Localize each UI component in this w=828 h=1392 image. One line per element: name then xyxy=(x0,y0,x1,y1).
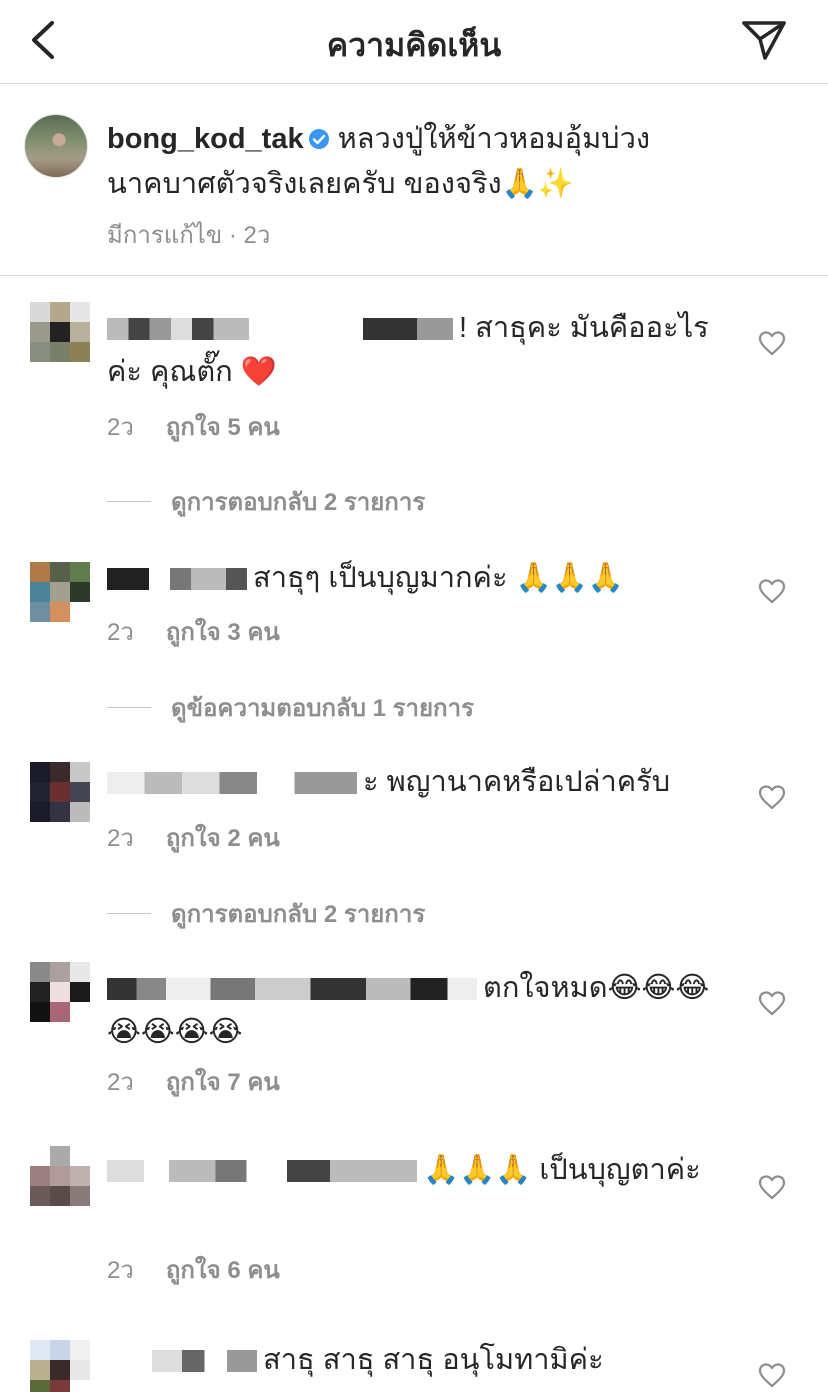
comment-time: 2ว xyxy=(107,1257,134,1284)
comment-item: สาธุๆ เป็นบุญมากค่ะ 🙏🙏🙏 2ว ถูกใจ 3 คน ดูข… xyxy=(0,526,828,736)
divider-line xyxy=(107,913,151,914)
comment-item: ตกใจหมด😂😂😂😭😭😭😭 2ว ถูกใจ 7 คน xyxy=(0,946,828,1136)
avatar[interactable] xyxy=(30,1146,90,1206)
comment-time: 2ว xyxy=(107,619,134,646)
comment-time: 2ว xyxy=(107,1069,134,1096)
heart-outline-icon[interactable] xyxy=(758,578,786,604)
heart-outline-icon[interactable] xyxy=(758,330,786,356)
view-replies-button[interactable]: ดูการตอบกลับ 2 รายการ xyxy=(107,482,425,521)
redacted-username xyxy=(107,772,357,794)
comment-text: ตกใจหมด😂😂😂😭😭😭😭 xyxy=(107,966,727,1054)
redacted-username xyxy=(107,978,477,1000)
caption-time: 2ว xyxy=(243,222,271,249)
verified-badge-icon xyxy=(308,129,329,149)
view-replies-label: ดูการตอบกลับ 2 รายการ xyxy=(171,489,426,516)
comment-time: 2ว xyxy=(107,414,134,441)
share-button[interactable] xyxy=(736,14,792,66)
caption-username[interactable]: bong_kod_tak xyxy=(107,123,304,155)
heart-outline-icon[interactable] xyxy=(758,1174,786,1200)
view-replies-button[interactable]: ดูข้อความตอบกลับ 1 รายการ xyxy=(107,688,474,727)
avatar[interactable] xyxy=(30,1340,90,1392)
post-caption: bong_kod_tak หลวงปู่ให้ข้าวหอมอุ้มบ่วงนา… xyxy=(0,84,828,276)
comment-text: ! สาธุคะ มันคืออะไรค่ะ คุณตั๊ก ❤️ xyxy=(107,306,727,394)
redacted-username xyxy=(107,568,247,590)
redacted-username xyxy=(107,1350,257,1372)
comment-likes[interactable]: ถูกใจ 3 คน xyxy=(166,619,280,646)
comment-text: สาธุๆ เป็นบุญมากค่ะ 🙏🙏🙏 xyxy=(107,556,727,600)
caption-text: bong_kod_tak หลวงปู่ให้ข้าวหอมอุ้มบ่วงนา… xyxy=(107,117,747,207)
comment-meta: 2ว ถูกใจ 6 คน xyxy=(107,1250,280,1289)
view-replies-label: ดูการตอบกลับ 2 รายการ xyxy=(171,901,426,928)
avatar[interactable] xyxy=(24,114,88,178)
comment-text: สาธุ สาธุ สาธุ อนุโมทามิค่ะ xyxy=(107,1338,727,1382)
comment-text: 🙏🙏🙏 เป็นบุญตาค่ะ xyxy=(107,1148,727,1192)
view-replies-label: ดูข้อความตอบกลับ 1 รายการ xyxy=(171,695,474,722)
avatar[interactable] xyxy=(30,302,90,362)
redacted-username xyxy=(107,1160,417,1182)
view-replies-button[interactable]: ดูการตอบกลับ 2 รายการ xyxy=(107,894,425,933)
comment-item: 🙏🙏🙏 เป็นบุญตาค่ะ 2ว ถูกใจ 6 คน xyxy=(0,1136,828,1326)
comment-meta: 2ว ถูกใจ 2 คน xyxy=(107,818,280,857)
avatar[interactable] xyxy=(30,762,90,822)
comment-body: 🙏🙏🙏 เป็นบุญตาค่ะ xyxy=(423,1154,701,1186)
comment-item: ! สาธุคะ มันคืออะไรค่ะ คุณตั๊ก ❤️ 2ว ถูกใ… xyxy=(0,276,828,526)
divider-line xyxy=(107,707,151,708)
comment-text: ะ พญานาคหรือเปล่าครับ xyxy=(107,760,727,804)
redacted-username xyxy=(363,318,453,340)
comment-time: 2ว xyxy=(107,825,134,852)
comment-item: ะ พญานาคหรือเปล่าครับ 2ว ถูกใจ 2 คน ดูการ… xyxy=(0,736,828,946)
avatar[interactable] xyxy=(30,562,90,622)
avatar[interactable] xyxy=(30,962,90,1022)
comment-meta: 2ว ถูกใจ 3 คน xyxy=(107,612,280,651)
heart-outline-icon[interactable] xyxy=(758,1362,786,1388)
comment-meta: 2ว ถูกใจ 5 คน xyxy=(107,407,280,446)
comment-body: สาธุ สาธุ สาธุ อนุโมทามิค่ะ xyxy=(263,1344,604,1376)
comment-meta: 2ว ถูกใจ 7 คน xyxy=(107,1062,280,1101)
page-title: ความคิดเห็น xyxy=(326,27,502,63)
comment-likes[interactable]: ถูกใจ 6 คน xyxy=(166,1257,280,1284)
caption-meta: มีการแก้ไข · 2ว xyxy=(107,222,271,249)
comment-likes[interactable]: ถูกใจ 5 คน xyxy=(166,414,280,441)
redacted-username xyxy=(107,318,249,340)
divider-line xyxy=(107,501,151,502)
heart-outline-icon[interactable] xyxy=(758,784,786,810)
header-bar: ความคิดเห็น xyxy=(0,0,828,84)
comment-body: สาธุๆ เป็นบุญมากค่ะ 🙏🙏🙏 xyxy=(253,562,624,594)
comment-likes[interactable]: ถูกใจ 2 คน xyxy=(166,825,280,852)
comment-item: สาธุ สาธุ สาธุ อนุโมทามิค่ะ xyxy=(0,1326,828,1392)
heart-outline-icon[interactable] xyxy=(758,990,786,1016)
edited-label: มีการแก้ไข xyxy=(107,222,223,249)
comment-body: ะ พญานาคหรือเปล่าครับ xyxy=(363,766,671,798)
comment-likes[interactable]: ถูกใจ 7 คน xyxy=(166,1069,280,1096)
paper-plane-icon xyxy=(742,21,786,60)
